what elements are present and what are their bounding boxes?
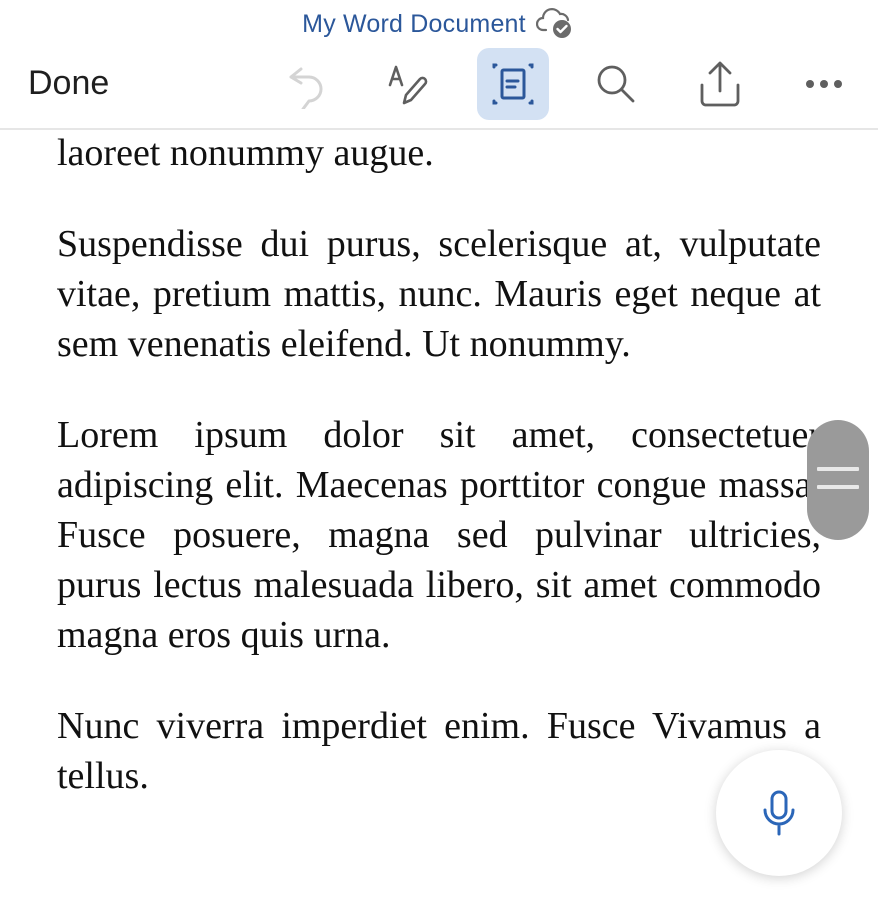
microphone-icon: [763, 790, 795, 836]
done-button[interactable]: Done: [28, 64, 109, 103]
undo-button[interactable]: [271, 48, 343, 120]
document-body[interactable]: laoreet nonummy augue. Suspendisse dui p…: [57, 132, 821, 842]
search-button[interactable]: [580, 48, 652, 120]
drag-handle-icon: [817, 485, 859, 489]
share-button[interactable]: [684, 48, 756, 120]
text-format-pen-icon: [388, 65, 428, 105]
paragraph[interactable]: laoreet nonummy augue.: [57, 128, 821, 178]
more-icon: [806, 80, 842, 88]
search-icon: [597, 65, 635, 103]
toolbar: Done: [0, 46, 878, 130]
mobile-view-button[interactable]: [477, 48, 549, 120]
document-title[interactable]: My Word Document: [302, 10, 526, 39]
drag-handle-icon: [817, 467, 859, 471]
format-button[interactable]: [372, 48, 444, 120]
title-bar: My Word Document: [0, 0, 878, 46]
undo-icon: [289, 67, 323, 109]
dictate-button[interactable]: [716, 750, 842, 876]
paragraph[interactable]: Suspendisse dui purus, scelerisque at, v…: [57, 219, 821, 369]
mobile-view-icon: [492, 63, 534, 105]
scroll-handle[interactable]: [807, 420, 869, 540]
paragraph[interactable]: Lorem ipsum dolor sit amet, consectetuer…: [57, 410, 821, 660]
paragraph[interactable]: Nunc viverra imperdiet enim. Fusce Vivam…: [57, 701, 821, 801]
cloud-check-icon: [535, 8, 571, 38]
more-button[interactable]: [788, 48, 860, 120]
share-icon: [700, 61, 740, 107]
